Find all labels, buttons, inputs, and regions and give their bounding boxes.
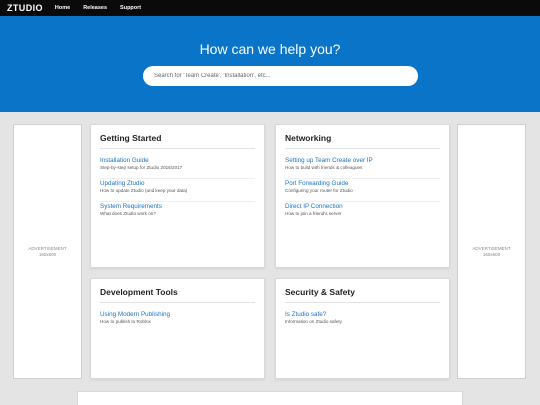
- article-desc: Information on Ztudio safety: [285, 319, 342, 324]
- ad-left-size: 160x600: [38, 251, 57, 257]
- article-link[interactable]: Using Modern Publishing: [100, 311, 255, 319]
- article-desc: What does Ztudio work on?: [100, 211, 156, 216]
- search-input[interactable]: [143, 66, 418, 86]
- article-desc: Configuring your router for Ztudio: [285, 188, 353, 193]
- card-development-tools: Development Tools Using Modern Publishin…: [90, 278, 265, 379]
- card-networking: Networking Setting up Team Create over I…: [275, 124, 450, 268]
- divider: [285, 148, 440, 149]
- list-item: System Requirements What does Ztudio wor…: [100, 202, 255, 225]
- list-item: Installation Guide Step-by-step setup fo…: [100, 156, 255, 179]
- article-link[interactable]: Installation Guide: [100, 157, 255, 165]
- card-title: Networking: [285, 133, 332, 143]
- card-title: Security & Safety: [285, 287, 355, 297]
- ad-right[interactable]: ADVERTISEMENT 160x600: [457, 124, 526, 379]
- card-title: Development Tools: [100, 287, 178, 297]
- top-navbar: ZTUDIO Home Releases Support: [0, 0, 540, 16]
- article-link[interactable]: Port Forwarding Guide: [285, 180, 440, 188]
- article-desc: How to build with friends & colleagues: [285, 165, 363, 170]
- article-list: Setting up Team Create over IP How to bu…: [285, 156, 440, 225]
- nav-home[interactable]: Home: [55, 5, 70, 11]
- divider: [100, 148, 255, 149]
- divider: [285, 302, 440, 303]
- divider: [100, 302, 255, 303]
- article-list: Installation Guide Step-by-step setup fo…: [100, 156, 255, 225]
- list-item: Is Ztudio safe? Information on Ztudio sa…: [285, 310, 440, 333]
- article-link[interactable]: Setting up Team Create over IP: [285, 157, 440, 165]
- article-link[interactable]: Updating Ztudio: [100, 180, 255, 188]
- article-link[interactable]: Direct IP Connection: [285, 203, 440, 211]
- article-desc: How to join a friend's server: [285, 211, 342, 216]
- hero-title: How can we help you?: [199, 41, 341, 57]
- card-security-safety: Security & Safety Is Ztudio safe? Inform…: [275, 278, 450, 379]
- article-desc: How to publish to Roblox: [100, 319, 151, 324]
- bottom-panel: [77, 391, 463, 405]
- article-link[interactable]: System Requirements: [100, 203, 255, 211]
- ad-left[interactable]: ADVERTISEMENT 160x600: [13, 124, 82, 379]
- list-item: Setting up Team Create over IP How to bu…: [285, 156, 440, 179]
- nav-releases[interactable]: Releases: [83, 5, 107, 11]
- site-logo[interactable]: ZTUDIO: [7, 3, 43, 13]
- article-link[interactable]: Is Ztudio safe?: [285, 311, 440, 319]
- nav-support[interactable]: Support: [120, 5, 141, 11]
- article-list: Is Ztudio safe? Information on Ztudio sa…: [285, 310, 440, 333]
- ad-right-size: 160x600: [482, 251, 501, 257]
- list-item: Updating Ztudio How to update Ztudio (an…: [100, 179, 255, 202]
- card-title: Getting Started: [100, 133, 162, 143]
- article-list: Using Modern Publishing How to publish t…: [100, 310, 255, 333]
- article-desc: How to update Ztudio (and keep your data…: [100, 188, 188, 193]
- card-getting-started: Getting Started Installation Guide Step-…: [90, 124, 265, 268]
- article-desc: Step-by-step setup for Ztudio 2016/2017: [100, 165, 183, 170]
- list-item: Using Modern Publishing How to publish t…: [100, 310, 255, 333]
- hero-banner: How can we help you?: [0, 16, 540, 112]
- list-item: Port Forwarding Guide Configuring your r…: [285, 179, 440, 202]
- list-item: Direct IP Connection How to join a frien…: [285, 202, 440, 225]
